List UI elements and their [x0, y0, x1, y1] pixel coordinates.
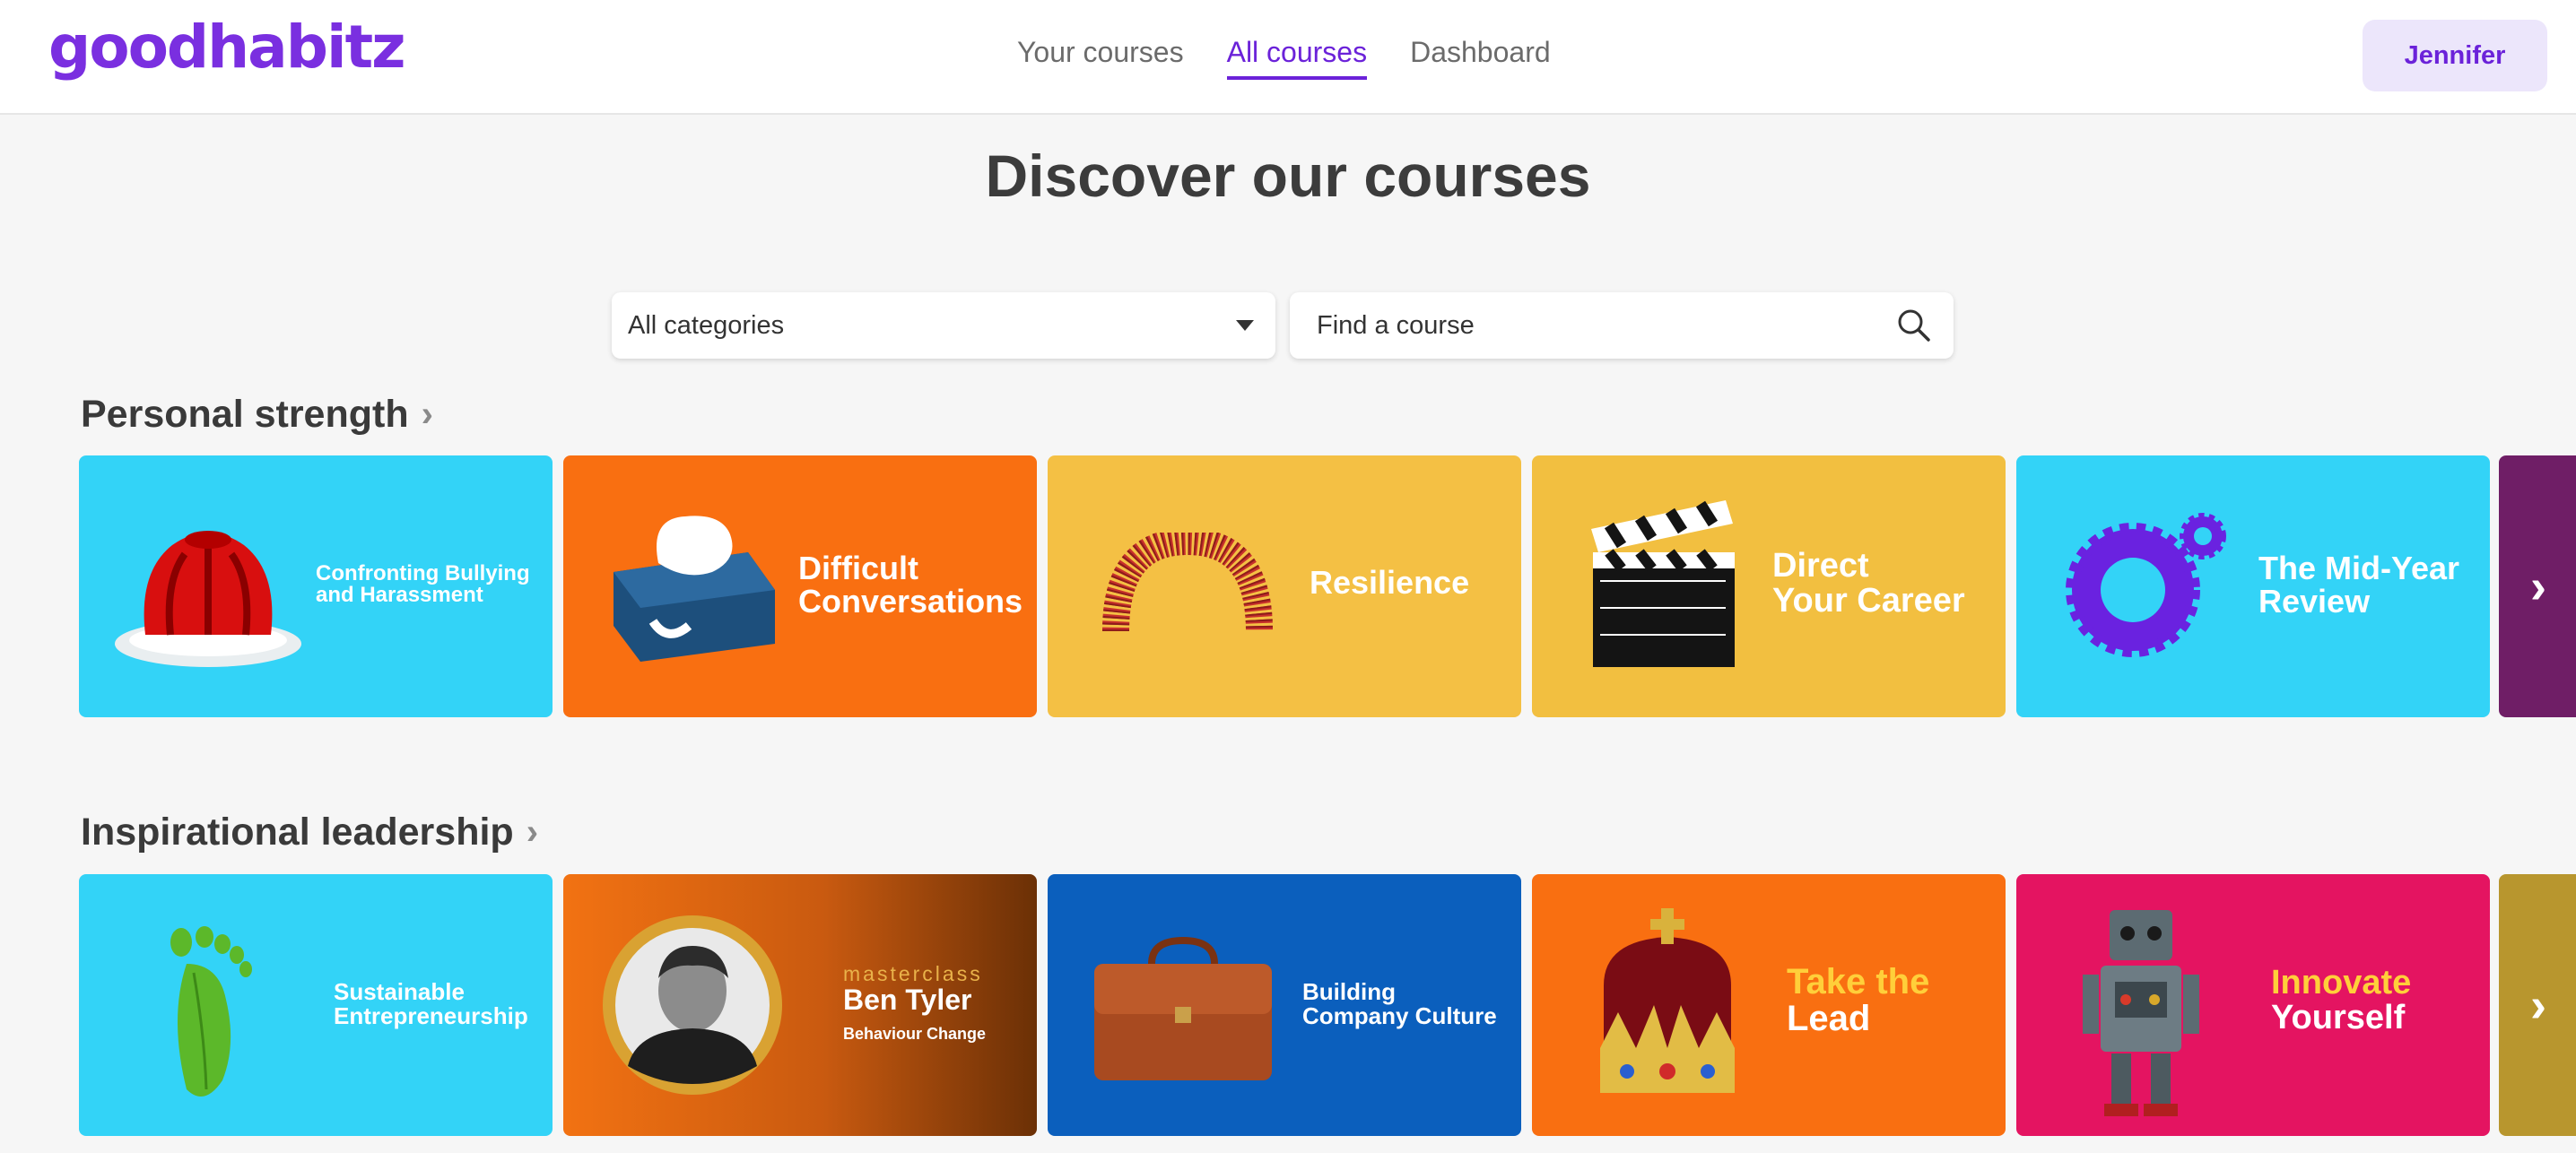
masterclass-name: Ben Tyler: [843, 984, 972, 1016]
section-title-personal-strength[interactable]: Personal strength ›: [81, 393, 433, 437]
main-nav: Your courses All courses Dashboard: [1017, 36, 1551, 80]
course-card[interactable]: Innovate Yourself: [2016, 874, 2490, 1136]
page-title: Discover our courses: [985, 143, 1591, 209]
chevron-right-icon: ›: [526, 812, 539, 852]
course-card[interactable]: Take the Lead: [1532, 874, 2006, 1136]
course-title: Difficult Conversations: [798, 550, 1023, 620]
course-title: Confronting Bullying and Harassment: [316, 561, 530, 608]
course-title: Direct Your Career: [1772, 547, 1965, 620]
course-card[interactable]: Resilience: [1048, 455, 1521, 717]
section-title-label: Inspirational leadership: [81, 811, 514, 854]
course-card[interactable]: Difficult Conversations: [563, 455, 1037, 717]
course-card[interactable]: Sustainable Entrepreneurship: [79, 874, 553, 1136]
course-card[interactable]: Confronting Bullying and Harassment: [79, 455, 553, 717]
spring-icon: [1102, 533, 1273, 632]
nav-all-courses[interactable]: All courses: [1226, 36, 1368, 80]
nav-your-courses[interactable]: Your courses: [1017, 36, 1184, 80]
course-card[interactable]: The Mid-Year Review: [2016, 455, 2490, 717]
masterclass-subtitle: Behaviour Change: [843, 1025, 987, 1043]
top-bar: goodhabitz Your courses All courses Dash…: [0, 0, 2576, 115]
chevron-right-icon[interactable]: ›: [2520, 978, 2556, 1032]
chevron-right-icon: ›: [421, 394, 433, 434]
user-menu-button[interactable]: Jennifer: [2363, 20, 2547, 91]
briefcase-icon: [1094, 936, 1272, 1080]
course-title: The Mid-Year Review: [2258, 550, 2460, 620]
crown-icon: [1600, 908, 1735, 1093]
course-title: Resilience: [1310, 564, 1470, 601]
gears-icon: [2066, 513, 2226, 657]
course-row-personal-strength: Confronting Bullying and Harassment Diff…: [79, 455, 2576, 717]
course-title: Sustainable Entrepreneurship: [334, 978, 528, 1029]
chevron-down-icon: [1236, 320, 1254, 331]
category-select[interactable]: All categories: [612, 292, 1275, 359]
course-title: Take the Lead: [1787, 962, 1930, 1038]
course-title: Building Company Culture: [1302, 978, 1497, 1029]
course-card[interactable]: Direct Your Career: [1532, 455, 2006, 717]
section-title-label: Personal strength: [81, 393, 409, 436]
chevron-right-icon[interactable]: ›: [2520, 559, 2556, 613]
course-card[interactable]: masterclass Ben Tyler Behaviour Change: [563, 874, 1037, 1136]
robot-icon: [2083, 910, 2199, 1116]
search-input[interactable]: [1317, 310, 1896, 341]
clapperboard-icon: [1591, 500, 1735, 667]
section-title-inspirational-leadership[interactable]: Inspirational leadership ›: [81, 811, 538, 854]
goodhabitz-logo[interactable]: goodhabitz: [48, 13, 406, 82]
category-select-value: All categories: [628, 310, 785, 340]
course-row-inspirational-leadership: Sustainable Entrepreneurship masterclass…: [79, 874, 2576, 1136]
leaf-footprint-icon: [170, 926, 252, 1097]
course-card[interactable]: Building Company Culture: [1048, 874, 1521, 1136]
course-title: Innovate Yourself: [2271, 964, 2412, 1036]
search-icon[interactable]: [1896, 308, 1932, 343]
jelly-icon: [115, 531, 301, 667]
masterclass-label: masterclass: [843, 962, 983, 985]
nav-dashboard[interactable]: Dashboard: [1410, 36, 1551, 80]
search-box: [1290, 292, 1954, 359]
tissue-box-icon: [614, 516, 775, 662]
avatar: [603, 915, 782, 1095]
